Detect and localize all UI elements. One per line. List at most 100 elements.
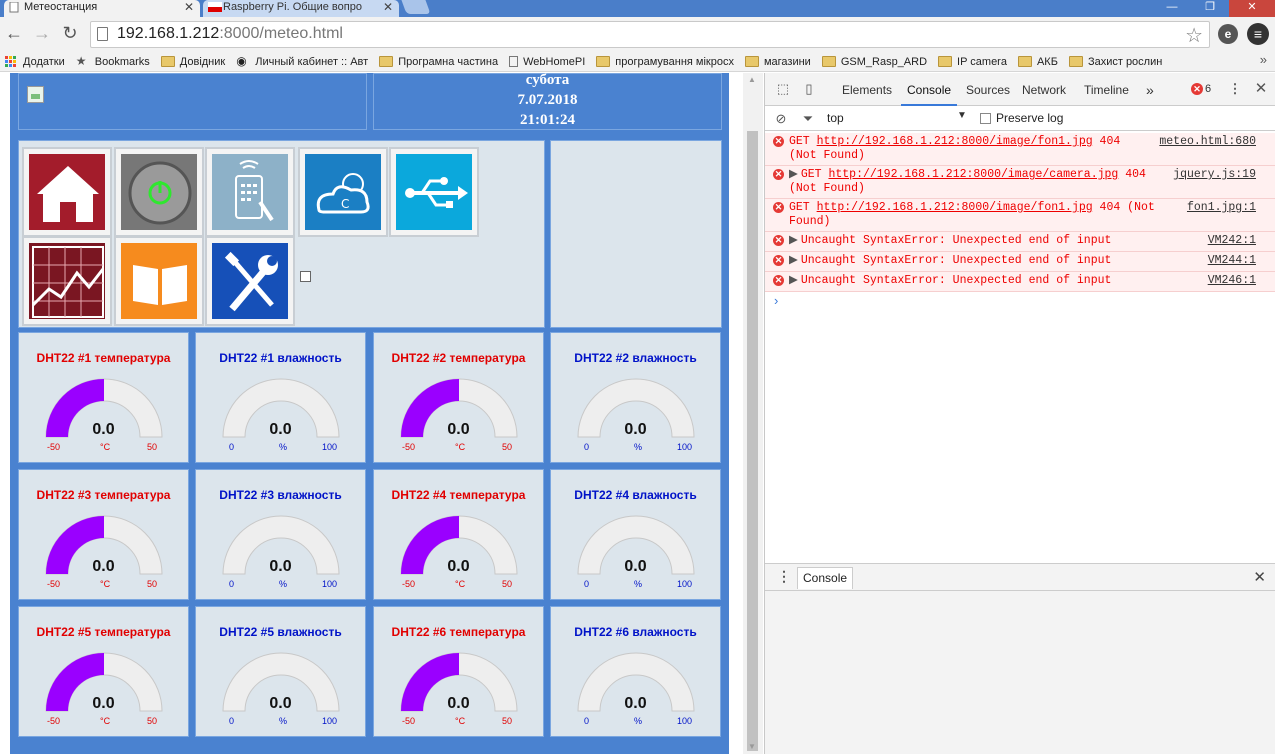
forward-arrow-icon[interactable]: → bbox=[32, 24, 52, 44]
gauge-unit-label: °C bbox=[100, 716, 111, 726]
devtools-menu-icon[interactable]: ⋮ bbox=[1227, 81, 1243, 97]
bookmark-star-icon[interactable]: ☆ bbox=[1185, 23, 1203, 48]
bookmark-item[interactable]: Програмна частина bbox=[379, 56, 498, 68]
tab-title: Raspberry Pi. Общие вопро bbox=[223, 1, 362, 13]
message-source-link[interactable]: jquery.js:19 bbox=[1173, 168, 1256, 182]
message-source-link[interactable]: VM246:1 bbox=[1208, 274, 1256, 288]
more-bookmarks-icon[interactable]: » bbox=[1260, 52, 1267, 67]
page-info-icon[interactable] bbox=[97, 27, 108, 41]
drawer-body[interactable] bbox=[765, 591, 1275, 754]
bookmark-item[interactable]: IP camera bbox=[938, 56, 1007, 68]
message-url[interactable]: http://192.168.1.212:8000/image/fon1.jpg bbox=[817, 135, 1093, 148]
console-error-message[interactable]: ✕ ▶ Uncaught SyntaxError: Unexpected end o… bbox=[765, 252, 1275, 272]
bookmark-item[interactable]: WebHomePI bbox=[509, 56, 585, 68]
clear-console-icon[interactable]: ⊘ bbox=[773, 111, 789, 127]
console-error-message[interactable]: ✕ ▶ Uncaught SyntaxError: Unexpected end o… bbox=[765, 272, 1275, 292]
tab-console[interactable]: Console bbox=[900, 73, 958, 106]
bookmark-item[interactable]: ★ Bookmarks bbox=[76, 55, 150, 68]
back-arrow-icon[interactable]: ← bbox=[4, 24, 24, 44]
message-source-link[interactable]: fon1.jpg:1 bbox=[1187, 201, 1256, 215]
gauge-value: 0.0 bbox=[624, 695, 647, 712]
app-tile-remote-control[interactable] bbox=[205, 147, 295, 237]
tab-meteo[interactable]: Метеостанция ✕ bbox=[4, 0, 200, 17]
message-source-link[interactable]: VM244:1 bbox=[1208, 254, 1256, 268]
message-url[interactable]: http://192.168.1.212:8000/image/fon1.jpg bbox=[817, 201, 1093, 214]
tab-close-icon[interactable]: ✕ bbox=[184, 0, 194, 15]
console-error-message[interactable]: ✕ ▶ Uncaught SyntaxError: Unexpected end o… bbox=[765, 232, 1275, 252]
bookmark-item[interactable]: Додатки bbox=[0, 56, 65, 68]
drawer-tab-console[interactable]: Console bbox=[797, 567, 854, 589]
bookmark-item[interactable]: GSM_Rasp_ARD bbox=[821, 55, 928, 68]
preserve-log-checkbox[interactable]: Preserve log bbox=[980, 111, 1063, 125]
reload-icon[interactable]: ↻ bbox=[60, 24, 80, 44]
gauge-max-label: 50 bbox=[147, 716, 158, 726]
more-tabs-icon[interactable]: » bbox=[1146, 73, 1154, 106]
app-tile-home[interactable] bbox=[22, 147, 112, 237]
address-bar[interactable]: 192.168.1.212:8000/meteo.html ☆ bbox=[90, 21, 1210, 48]
message-source-link[interactable]: VM242:1 bbox=[1208, 234, 1256, 248]
bookmark-item[interactable]: АКБ bbox=[1017, 56, 1058, 68]
tab-sources[interactable]: Sources bbox=[966, 73, 1010, 106]
minimize-icon[interactable]: — bbox=[1153, 0, 1191, 17]
tab-timeline[interactable]: Timeline bbox=[1084, 73, 1129, 106]
scrollbar-thumb[interactable] bbox=[747, 131, 758, 751]
bookmark-item[interactable]: ◉ Личный кабинет :: Авт bbox=[236, 55, 368, 68]
bookmark-item[interactable]: Довідник bbox=[160, 56, 225, 68]
browser-menu-icon[interactable]: ≡ bbox=[1247, 23, 1269, 45]
page-scrollbar[interactable]: ▲ ▼ bbox=[743, 73, 763, 754]
folder-icon bbox=[379, 56, 394, 67]
app-tile-power[interactable] bbox=[114, 147, 204, 237]
filter-icon[interactable]: ⏷ bbox=[800, 111, 816, 127]
message-source-link[interactable]: meteo.html:680 bbox=[1159, 135, 1256, 149]
gauge-card: DHT22 #3 влажность 0.0 0% 100 bbox=[195, 469, 366, 600]
console-error-message[interactable]: ✕ ▶ GET http://192.168.1.212:8000/image/ca… bbox=[765, 166, 1275, 199]
error-count-badge[interactable]: ✕ 6 bbox=[1191, 83, 1211, 95]
checkbox[interactable] bbox=[980, 112, 991, 124]
bookmark-item[interactable]: Захист рослин bbox=[1068, 56, 1162, 68]
window-close-icon[interactable]: ✕ bbox=[1229, 0, 1275, 17]
url-text[interactable]: 192.168.1.212:8000/meteo.html bbox=[117, 25, 343, 43]
devtools-panel: ⬚ ▯ Elements Console Sources Network Tim… bbox=[764, 73, 1275, 754]
tab-network[interactable]: Network bbox=[1022, 73, 1066, 106]
device-mode-icon[interactable]: ▯ bbox=[801, 81, 817, 97]
new-tab-button[interactable] bbox=[401, 0, 431, 14]
gauge-unit-label: % bbox=[634, 442, 643, 452]
gauge-unit-label: °C bbox=[455, 442, 466, 452]
gauge-max-label: 50 bbox=[502, 579, 513, 589]
app-tile-usb[interactable] bbox=[389, 147, 479, 237]
tab-raspberry[interactable]: Raspberry Pi. Общие вопро ✕ bbox=[203, 0, 399, 17]
app-tile-chart[interactable] bbox=[22, 236, 112, 326]
inspect-element-icon[interactable]: ⬚ bbox=[775, 81, 791, 97]
context-selector[interactable]: top bbox=[827, 111, 844, 125]
app-tile-tools[interactable] bbox=[205, 236, 295, 326]
maximize-icon[interactable]: ❐ bbox=[1191, 0, 1229, 17]
drawer-menu-icon[interactable]: ⋮ bbox=[777, 568, 791, 585]
console-error-message[interactable]: ✕ GET http://192.168.1.212:8000/image/fon… bbox=[765, 133, 1275, 166]
folder-icon bbox=[938, 56, 953, 67]
scroll-up-icon[interactable]: ▲ bbox=[748, 75, 756, 84]
message-status-text: (Not Found) bbox=[789, 149, 865, 162]
expand-triangle-icon[interactable]: ▶ bbox=[789, 274, 798, 287]
message-url[interactable]: http://192.168.1.212:8000/image/camera.j… bbox=[828, 168, 1118, 181]
console-error-message[interactable]: ✕ GET http://192.168.1.212:8000/image/fon… bbox=[765, 199, 1275, 232]
bookmark-item[interactable]: програмування мікросх bbox=[596, 56, 734, 68]
expand-triangle-icon[interactable]: ▶ bbox=[789, 254, 798, 267]
remote-control-icon bbox=[212, 154, 288, 230]
tab-close-icon[interactable]: ✕ bbox=[383, 0, 393, 15]
scroll-down-icon[interactable]: ▼ bbox=[748, 742, 756, 751]
tools-icon bbox=[212, 243, 288, 319]
app-tile-weather-cloud[interactable]: C bbox=[298, 147, 388, 237]
app-tile-book[interactable] bbox=[114, 236, 204, 326]
gauge-max-label: 100 bbox=[322, 579, 338, 589]
tab-elements[interactable]: Elements bbox=[842, 73, 892, 106]
bookmark-label: GSM_Rasp_ARD bbox=[840, 55, 928, 68]
expand-triangle-icon[interactable]: ▶ bbox=[789, 168, 798, 181]
drawer-close-icon[interactable]: ✕ bbox=[1253, 568, 1266, 586]
context-dropdown-icon[interactable]: ▼ bbox=[957, 110, 967, 121]
devtools-close-icon[interactable]: ✕ bbox=[1253, 81, 1269, 97]
extension-icon[interactable]: e bbox=[1218, 24, 1238, 44]
expand-triangle-icon[interactable]: ▶ bbox=[789, 234, 798, 247]
console-prompt[interactable]: › bbox=[765, 292, 1275, 310]
checkbox-control[interactable] bbox=[300, 271, 311, 282]
bookmark-item[interactable]: магазини bbox=[744, 56, 811, 68]
